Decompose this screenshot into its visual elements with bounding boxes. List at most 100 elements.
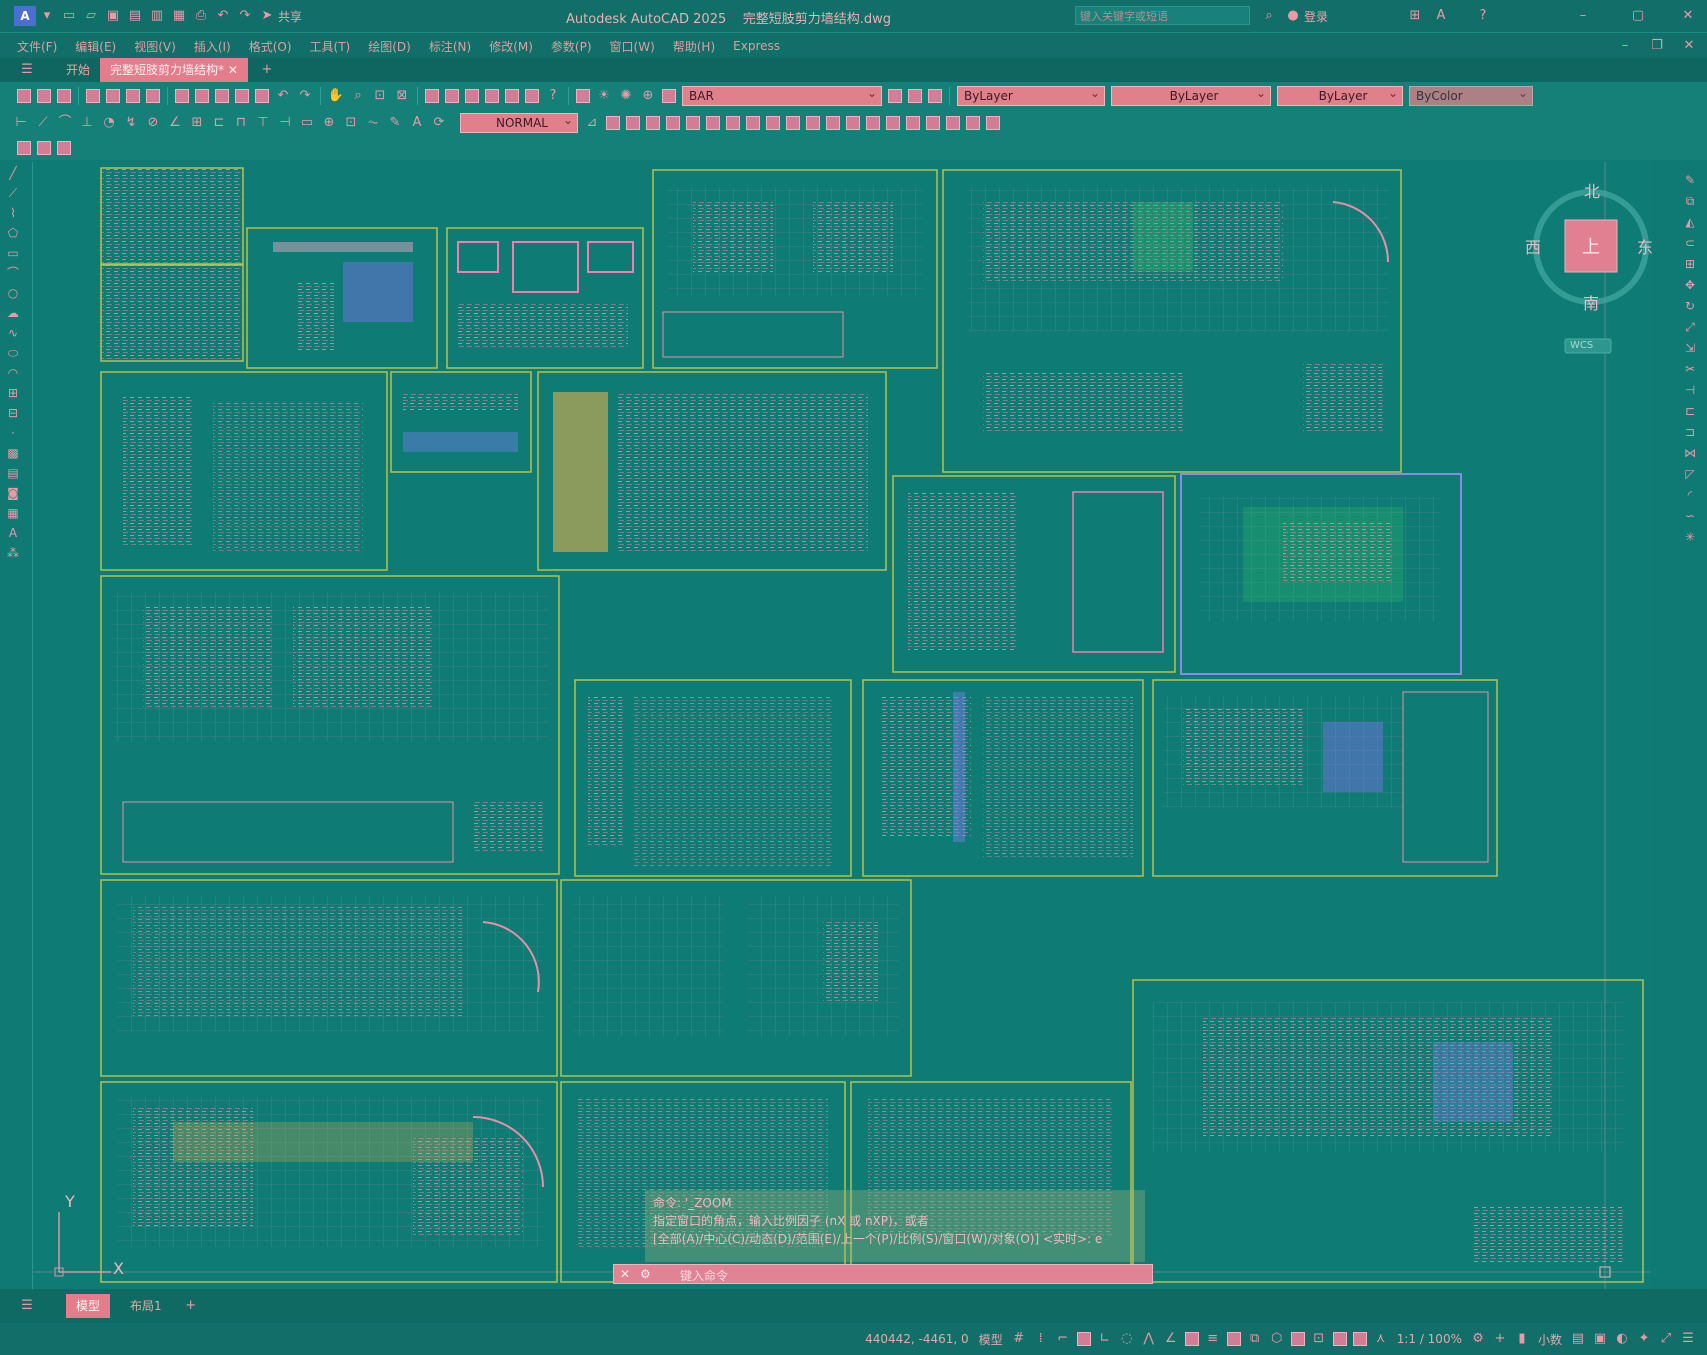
designcenter-icon[interactable] — [445, 89, 459, 103]
tool-a13-icon[interactable] — [846, 116, 860, 130]
tool-a11-icon[interactable] — [806, 116, 820, 130]
menu-view[interactable]: 视图(V) — [134, 38, 176, 55]
layer-on-icon[interactable]: ☀ — [595, 87, 613, 105]
break-point-icon[interactable]: ⊏ — [1681, 402, 1699, 420]
tool-a12-icon[interactable] — [826, 116, 840, 130]
dim-diameter-icon[interactable]: ⊘ — [144, 114, 162, 132]
dim-update-icon[interactable]: ⟳ — [430, 114, 448, 132]
menu-dimension[interactable]: 标注(N) — [429, 38, 471, 55]
dim-style-icon[interactable]: ⊿ — [583, 114, 601, 132]
infer-icon[interactable]: ⌐ — [1054, 1330, 1072, 1348]
blockeditor-icon[interactable] — [255, 89, 269, 103]
3dprint-icon[interactable] — [146, 89, 160, 103]
menu-edit[interactable]: 编辑(E) — [75, 38, 116, 55]
copy-object-icon[interactable]: ⧉ — [1681, 192, 1699, 210]
sheet-1[interactable] — [100, 167, 244, 362]
web-save-icon[interactable]: ▦ — [170, 7, 188, 25]
dropdown-icon[interactable]: ▾ — [38, 7, 56, 25]
tab-layout1[interactable]: 布局1 — [120, 1294, 172, 1318]
annotation-visibility-icon[interactable] — [1352, 1332, 1367, 1346]
mirror-icon[interactable]: ◭ — [1681, 213, 1699, 231]
redo-toolbar-icon[interactable]: ↷ — [296, 87, 314, 105]
lineweight-icon[interactable]: ≡ — [1204, 1330, 1222, 1348]
join-icon[interactable]: ⋈ — [1681, 444, 1699, 462]
zoom-realtime-icon[interactable]: ⌕ — [349, 87, 367, 105]
pan-icon[interactable]: ✋ — [327, 87, 345, 105]
sheet-6[interactable] — [100, 371, 388, 571]
login-button[interactable]: 登录 — [1304, 8, 1328, 25]
table-icon[interactable]: ▦ — [4, 504, 22, 522]
menu-insert[interactable]: 插入(I) — [194, 38, 231, 55]
tab-drawing[interactable]: 完整短肢剪力墙结构* ✕ — [100, 58, 248, 82]
tool-a7-icon[interactable] — [726, 116, 740, 130]
sheet-11[interactable] — [100, 575, 560, 875]
maximize-icon[interactable]: ▢ — [1629, 7, 1647, 25]
viewcube-east[interactable]: 东 — [1637, 234, 1653, 258]
sheet-15[interactable] — [100, 879, 558, 1077]
lock-ui-icon[interactable]: ▣ — [1591, 1330, 1609, 1348]
minimize-icon[interactable]: – — [1574, 7, 1592, 25]
save-icon[interactable]: ▣ — [104, 7, 122, 25]
stretch-icon[interactable]: ⇲ — [1681, 339, 1699, 357]
command-customize-icon[interactable]: ⚙ — [640, 1267, 651, 1281]
layout-menu-icon[interactable]: ☰ — [18, 1297, 36, 1315]
share-icon[interactable]: ➤ — [258, 7, 276, 25]
paste-icon[interactable] — [215, 89, 229, 103]
tool-a2-icon[interactable] — [626, 116, 640, 130]
model-space-button[interactable]: 模型 — [979, 1331, 1003, 1348]
polyline-icon[interactable]: ⌇ — [4, 204, 22, 222]
annotation-monitor-icon[interactable]: + — [1491, 1330, 1509, 1348]
grid-icon[interactable]: # — [1010, 1330, 1028, 1348]
gizmo-icon[interactable] — [1332, 1332, 1347, 1346]
menu-file[interactable]: 文件(F) — [17, 38, 57, 55]
tool-a20-icon[interactable] — [986, 116, 1000, 130]
selection-cycling-icon[interactable]: ⧉ — [1246, 1330, 1264, 1348]
open-file-icon[interactable] — [37, 89, 51, 103]
line-icon[interactable]: ╱ — [4, 164, 22, 182]
break-icon[interactable]: ⊐ — [1681, 423, 1699, 441]
dim-radius-icon[interactable]: ◔ — [100, 114, 118, 132]
layer-state-icon[interactable] — [928, 89, 942, 103]
help-toolbar-icon[interactable]: ? — [544, 87, 562, 105]
save-as-icon[interactable]: ▤ — [126, 7, 144, 25]
tool-a17-icon[interactable] — [926, 116, 940, 130]
menu-window[interactable]: 窗口(W) — [610, 38, 655, 55]
tab-close-icon[interactable]: ✕ — [228, 63, 238, 77]
undo-toolbar-icon[interactable]: ↶ — [274, 87, 292, 105]
dim-aligned-icon[interactable]: ⟋ — [34, 114, 52, 132]
osnap-tracking-icon[interactable]: ∠ — [1162, 1330, 1180, 1348]
extend-icon[interactable]: ⊣ — [1681, 381, 1699, 399]
customization-icon[interactable]: ☰ — [1679, 1330, 1697, 1348]
dim-edit-icon[interactable]: ✎ — [386, 114, 404, 132]
rotate-icon[interactable]: ↻ — [1681, 297, 1699, 315]
transparency-icon[interactable] — [1226, 1332, 1241, 1346]
clean-screen-icon[interactable]: ⤢ — [1657, 1330, 1675, 1348]
markup-icon[interactable] — [505, 89, 519, 103]
layer-color-icon[interactable] — [662, 89, 676, 103]
cut-icon[interactable] — [175, 89, 189, 103]
cart-icon[interactable]: ⊞ — [1406, 7, 1424, 25]
add-selected-icon[interactable]: ⁂ — [4, 544, 22, 562]
hamburger-icon[interactable]: ☰ — [18, 61, 36, 79]
sheet-14[interactable] — [1152, 679, 1498, 877]
center-mark-icon[interactable]: ⊕ — [320, 114, 338, 132]
sheet-13[interactable] — [862, 679, 1144, 877]
gradient-icon[interactable]: ▤ — [4, 464, 22, 482]
coordinates[interactable]: 440442, -4461, 0 — [865, 1332, 969, 1346]
layer-dropdown[interactable]: BAR — [682, 84, 882, 106]
polygon-icon[interactable]: ⬠ — [4, 224, 22, 242]
doc-restore-icon[interactable]: ❐ — [1648, 37, 1666, 55]
plot-icon[interactable]: ⎙ — [192, 7, 210, 25]
tool-a3-icon[interactable] — [646, 116, 660, 130]
inspect-icon[interactable]: ⊡ — [342, 114, 360, 132]
search-input[interactable]: 键入关键字或短语 — [1075, 6, 1250, 25]
dim-ordinate-icon[interactable]: ⊥ — [78, 114, 96, 132]
blend-icon[interactable]: ∽ — [1681, 507, 1699, 525]
circle-icon[interactable]: ○ — [4, 284, 22, 302]
autodesk-icon[interactable]: A — [1432, 7, 1450, 25]
dim-space-icon[interactable]: ⊤ — [254, 114, 272, 132]
snap-icon[interactable]: ⁞ — [1032, 1330, 1050, 1348]
layer-previous-icon[interactable] — [908, 89, 922, 103]
tab-model[interactable]: 模型 — [66, 1294, 111, 1318]
open-icon[interactable]: ▱ — [82, 7, 100, 25]
